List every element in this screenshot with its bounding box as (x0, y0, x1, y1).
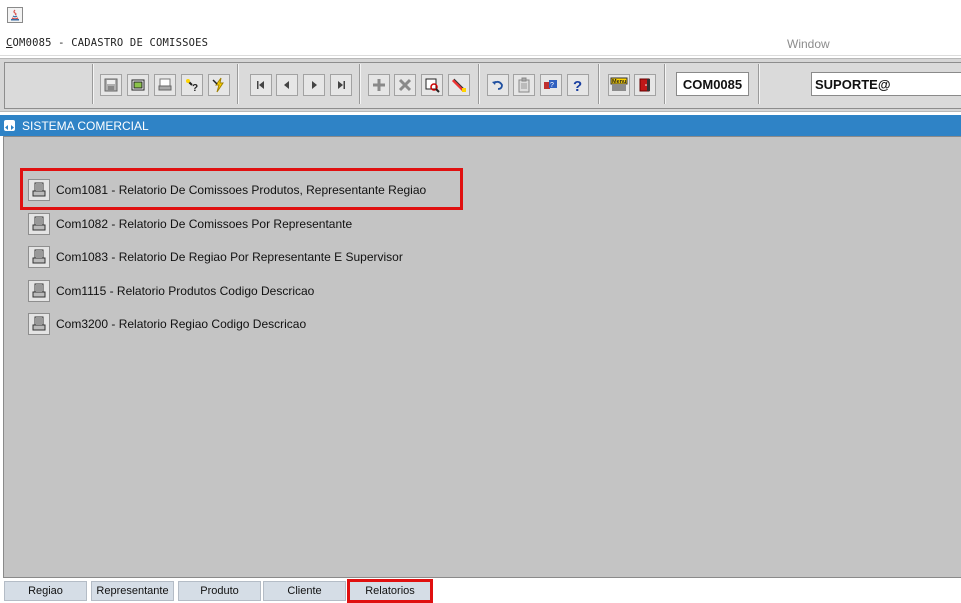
report-print-button[interactable] (28, 246, 50, 268)
previous-record-button[interactable] (276, 74, 298, 96)
delete-record-button[interactable] (394, 74, 416, 96)
report-item[interactable]: Com1115 - Relatorio Produtos Codigo Desc… (28, 279, 314, 303)
section-title: SISTEMA COMERCIAL (22, 119, 149, 133)
report-item[interactable]: Com1083 - Relatorio De Regiao Por Repres… (28, 245, 403, 269)
report-label: Com1115 - Relatorio Produtos Codigo Desc… (56, 284, 315, 298)
report-item[interactable]: Com1081 - Relatorio De Comissoes Produto… (28, 178, 426, 202)
query-help-button[interactable]: ? (181, 74, 203, 96)
execute-query-icon (212, 77, 224, 93)
toolbar-separator (92, 64, 94, 104)
view-icon (425, 78, 440, 93)
print-button[interactable] (154, 74, 176, 96)
insert-record-icon (373, 79, 385, 91)
save-button[interactable] (100, 74, 122, 96)
window-icon (131, 79, 145, 91)
print-icon (158, 78, 172, 91)
print-icon (32, 249, 46, 264)
report-print-button[interactable] (28, 280, 50, 302)
menu-bar: COM0085 - CADASTRO DE COMISSOES Window (0, 30, 961, 56)
report-label: Com1083 - Relatorio De Regiao Por Repres… (56, 250, 403, 264)
last-record-icon (338, 81, 345, 89)
edit-icon (451, 78, 466, 93)
report-print-button[interactable] (28, 213, 50, 235)
help-icon: ? (573, 78, 582, 93)
options-icon: ? (544, 80, 557, 89)
application-window: COM0085 - CADASTRO DE COMISSOES Window ? (0, 0, 961, 603)
form-title: COM0085 - CADASTRO DE COMISSOES (6, 37, 208, 49)
section-header: SISTEMA COMERCIAL (0, 115, 961, 136)
form-title-text: OM0085 - CADASTRO DE COMISSOES (12, 37, 209, 49)
report-label: Com1082 - Relatorio De Comissoes Por Rep… (56, 217, 353, 231)
window-menu[interactable]: Window (787, 37, 830, 51)
next-record-icon (312, 81, 317, 89)
menu-button[interactable]: Menu (608, 74, 630, 96)
first-record-button[interactable] (250, 74, 272, 96)
tab-cliente[interactable]: Cliente (263, 581, 346, 601)
svg-text:?: ? (192, 83, 198, 93)
print-icon (32, 316, 46, 331)
exit-icon (639, 78, 650, 92)
java-app-icon (7, 7, 23, 23)
svg-text:?: ? (573, 78, 582, 93)
query-help-icon: ? (186, 79, 198, 93)
print-icon (32, 283, 46, 298)
previous-record-icon (284, 81, 289, 89)
clipboard-button[interactable] (513, 74, 535, 96)
edit-button[interactable] (448, 74, 470, 96)
report-item[interactable]: Com1082 - Relatorio De Comissoes Por Rep… (28, 212, 352, 236)
report-print-button[interactable] (28, 313, 50, 335)
report-label: Com1081 - Relatorio De Comissoes Produto… (56, 183, 427, 197)
print-icon (32, 216, 46, 231)
tab-bar: Regiao Representante Produto Cliente Rel… (0, 579, 961, 603)
options-button[interactable]: ? (540, 74, 562, 96)
next-record-button[interactable] (303, 74, 325, 96)
undo-icon (492, 80, 503, 90)
tab-representante[interactable]: Representante (91, 581, 174, 601)
report-print-button[interactable] (28, 179, 50, 201)
toolbar-separator (478, 64, 480, 104)
tab-highlight-box (347, 579, 433, 603)
tab-produto[interactable]: Produto (178, 581, 261, 601)
toolbar-separator (598, 64, 600, 104)
last-record-button[interactable] (330, 74, 352, 96)
first-record-icon (257, 81, 264, 89)
help-button[interactable]: ? (567, 74, 589, 96)
insert-record-button[interactable] (368, 74, 390, 96)
report-label: Com3200 - Relatorio Regiao Codigo Descri… (56, 317, 307, 331)
section-icon (4, 120, 15, 131)
tab-regiao[interactable]: Regiao (4, 581, 87, 601)
module-code-field: COM0085 (676, 72, 749, 96)
user-field: SUPORTE@ (811, 72, 961, 96)
toolbar-separator (664, 64, 666, 104)
save-icon (104, 78, 118, 92)
svg-text:?: ? (550, 82, 554, 89)
title-bar (0, 0, 961, 30)
window-button[interactable] (127, 74, 149, 96)
toolbar-separator (359, 64, 361, 104)
report-item[interactable]: Com3200 - Relatorio Regiao Codigo Descri… (28, 312, 306, 336)
delete-record-icon (398, 78, 412, 92)
svg-text:Menu: Menu (612, 79, 626, 85)
execute-query-button[interactable] (208, 74, 230, 96)
toolbar-separator (237, 64, 239, 104)
menu-icon: Menu (610, 77, 628, 91)
toolbar-separator (758, 64, 760, 104)
clipboard-icon (518, 77, 530, 93)
undo-button[interactable] (487, 74, 509, 96)
print-icon (32, 182, 46, 197)
exit-button[interactable] (634, 74, 656, 96)
view-button[interactable] (421, 74, 443, 96)
